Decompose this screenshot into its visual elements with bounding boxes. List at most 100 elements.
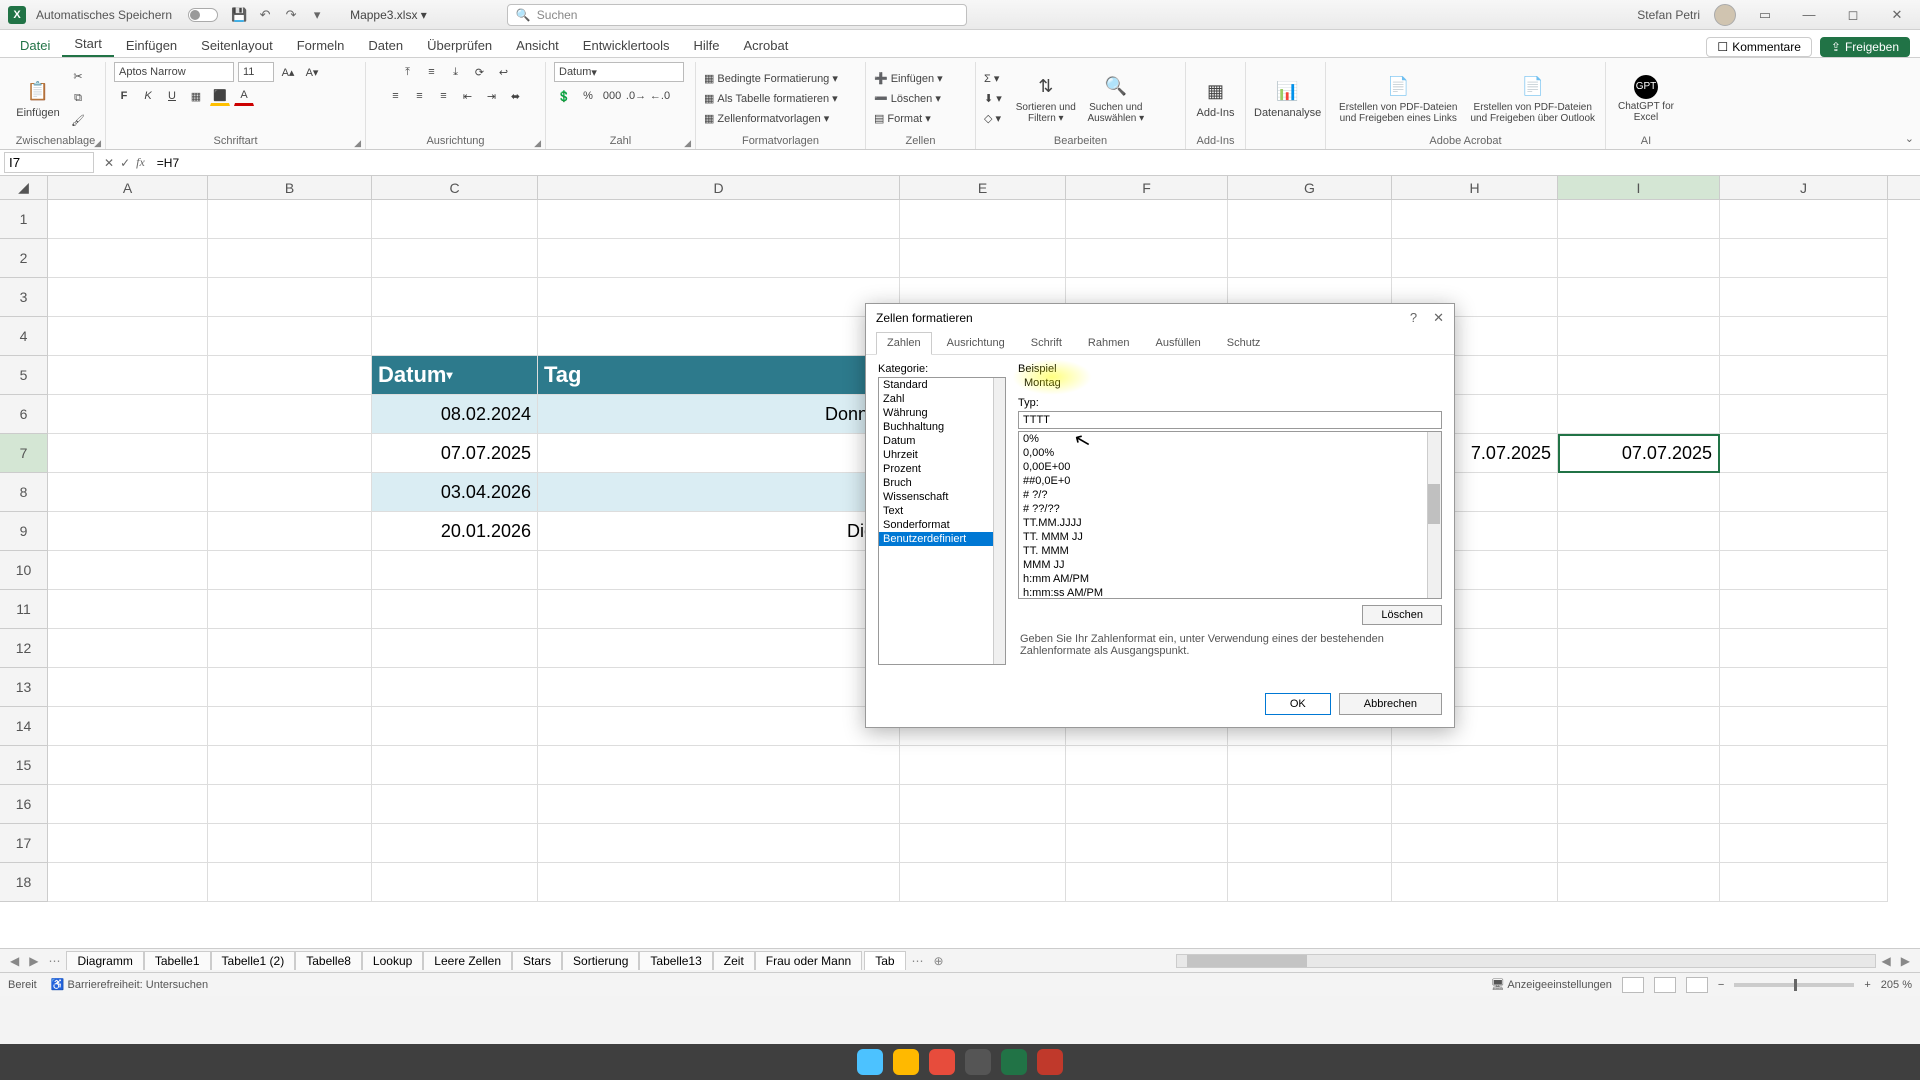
cell[interactable] [1066,863,1228,902]
dialog-launcher-icon[interactable]: ◢ [94,138,101,149]
row-header[interactable]: 8 [0,473,48,512]
inc-decimal-icon[interactable]: .0→ [626,86,646,106]
cell[interactable]: 07.07.2025 [1558,434,1720,473]
cell[interactable] [48,473,208,512]
cell[interactable] [1720,668,1888,707]
cell[interactable] [1392,200,1558,239]
format-item[interactable]: 0% [1019,432,1441,446]
cell[interactable] [1720,785,1888,824]
sort-filter-button[interactable]: ⇅Sortieren und Filtern ▾ [1014,69,1078,129]
tab-acrobat[interactable]: Acrobat [732,34,801,57]
format-item[interactable]: TT. MMM [1019,544,1441,558]
row-header[interactable]: 11 [0,590,48,629]
cancel-formula-icon[interactable]: ✕ [104,156,114,170]
sheet-tab[interactable]: Diagramm [66,951,143,970]
cell[interactable] [372,668,538,707]
percent-icon[interactable]: % [578,86,598,106]
number-format-combo[interactable]: Datum ▾ [554,62,684,82]
cell[interactable] [538,707,900,746]
dialog-tab[interactable]: Zahlen [876,332,932,355]
taskbar[interactable] [0,1044,1920,1080]
cell[interactable] [538,668,900,707]
cell[interactable] [1066,239,1228,278]
cell[interactable] [48,668,208,707]
cell[interactable] [1720,746,1888,785]
find-select-button[interactable]: 🔍Suchen und Auswählen ▾ [1084,69,1148,129]
cell[interactable] [208,512,372,551]
cell[interactable] [372,200,538,239]
sheet-tab[interactable]: Tabelle8 [295,951,362,970]
dialog-launcher-icon[interactable]: ◢ [354,138,361,149]
cell[interactable] [900,824,1066,863]
sheet-tab[interactable]: Leere Zellen [423,951,512,970]
font-color-icon[interactable]: A [234,86,254,106]
row-header[interactable]: 6 [0,395,48,434]
row-header[interactable]: 18 [0,863,48,902]
delete-cells-button[interactable]: ➖ Löschen ▾ [874,90,943,108]
cell[interactable] [208,785,372,824]
cell[interactable] [1392,824,1558,863]
border-icon[interactable]: ▦ [186,86,206,106]
cell[interactable]: 03.04.2026 [372,473,538,512]
cell[interactable] [1228,824,1392,863]
cell[interactable] [48,863,208,902]
name-box[interactable] [4,152,94,173]
format-item[interactable]: MMM JJ [1019,558,1441,572]
pdf-outlook-button[interactable]: 📄Erstellen von PDF-Dateien und Freigeben… [1469,69,1598,129]
paste-button[interactable]: 📋Einfügen [14,69,62,129]
align-left-icon[interactable]: ≡ [386,86,406,106]
cell[interactable] [538,824,900,863]
cell[interactable] [1228,239,1392,278]
category-item[interactable]: Buchhaltung [879,420,1005,434]
col-header[interactable]: F [1066,176,1228,199]
col-header[interactable]: A [48,176,208,199]
cell[interactable] [538,629,900,668]
minimize-icon[interactable]: — [1794,7,1824,22]
cell[interactable] [372,317,538,356]
page-layout-icon[interactable] [1654,977,1676,993]
save-icon[interactable]: 💾 [230,6,248,24]
accessibility-button[interactable]: ♿ Barrierefreiheit: Untersuchen [51,978,208,991]
category-list[interactable]: StandardZahlWährungBuchhaltungDatumUhrze… [878,377,1006,665]
cell[interactable] [372,707,538,746]
row-header[interactable]: 2 [0,239,48,278]
cell[interactable] [1228,746,1392,785]
new-sheet-icon[interactable]: ⊕ [930,954,948,968]
cell[interactable] [1558,473,1720,512]
cell[interactable] [48,746,208,785]
cell[interactable] [900,785,1066,824]
format-cells-button[interactable]: ▤ Format ▾ [874,110,943,128]
font-name-combo[interactable]: Aptos Narrow [114,62,234,82]
cell[interactable] [208,239,372,278]
cell[interactable] [208,317,372,356]
clear-icon[interactable]: ◇ ▾ [984,110,1002,128]
type-input[interactable] [1018,411,1442,429]
scrollbar-thumb[interactable] [1428,484,1440,524]
category-item[interactable]: Prozent [879,462,1005,476]
cell[interactable] [208,200,372,239]
cell[interactable]: Diens [538,512,900,551]
horizontal-scrollbar[interactable] [1176,954,1876,968]
data-analysis-button[interactable]: 📊Datenanalyse [1254,69,1321,129]
document-title[interactable]: Mappe3.xlsx ▾ [350,8,427,22]
cell[interactable] [538,317,900,356]
format-as-table-button[interactable]: ▦ Als Tabelle formatieren ▾ [704,90,838,108]
cell[interactable] [538,200,900,239]
dialog-tab[interactable]: Ausfüllen [1145,332,1212,354]
cell[interactable] [1066,746,1228,785]
format-item[interactable]: 0,00E+00 [1019,460,1441,474]
sheet-nav-more-icon[interactable]: ⋯ [908,954,928,968]
indent-inc-icon[interactable]: ⇥ [482,86,502,106]
tab-developer[interactable]: Entwicklertools [571,34,682,57]
cell[interactable] [1558,824,1720,863]
format-item[interactable]: 0,00% [1019,446,1441,460]
addins-button[interactable]: ▦Add-Ins [1194,69,1237,129]
cell[interactable] [48,356,208,395]
category-item[interactable]: Wissenschaft [879,490,1005,504]
cell[interactable] [372,746,538,785]
cell[interactable] [1558,629,1720,668]
page-break-icon[interactable] [1686,977,1708,993]
dialog-launcher-icon[interactable]: ◢ [684,138,691,149]
chatgpt-button[interactable]: GPTChatGPT for Excel [1614,69,1678,129]
cell[interactable] [372,824,538,863]
